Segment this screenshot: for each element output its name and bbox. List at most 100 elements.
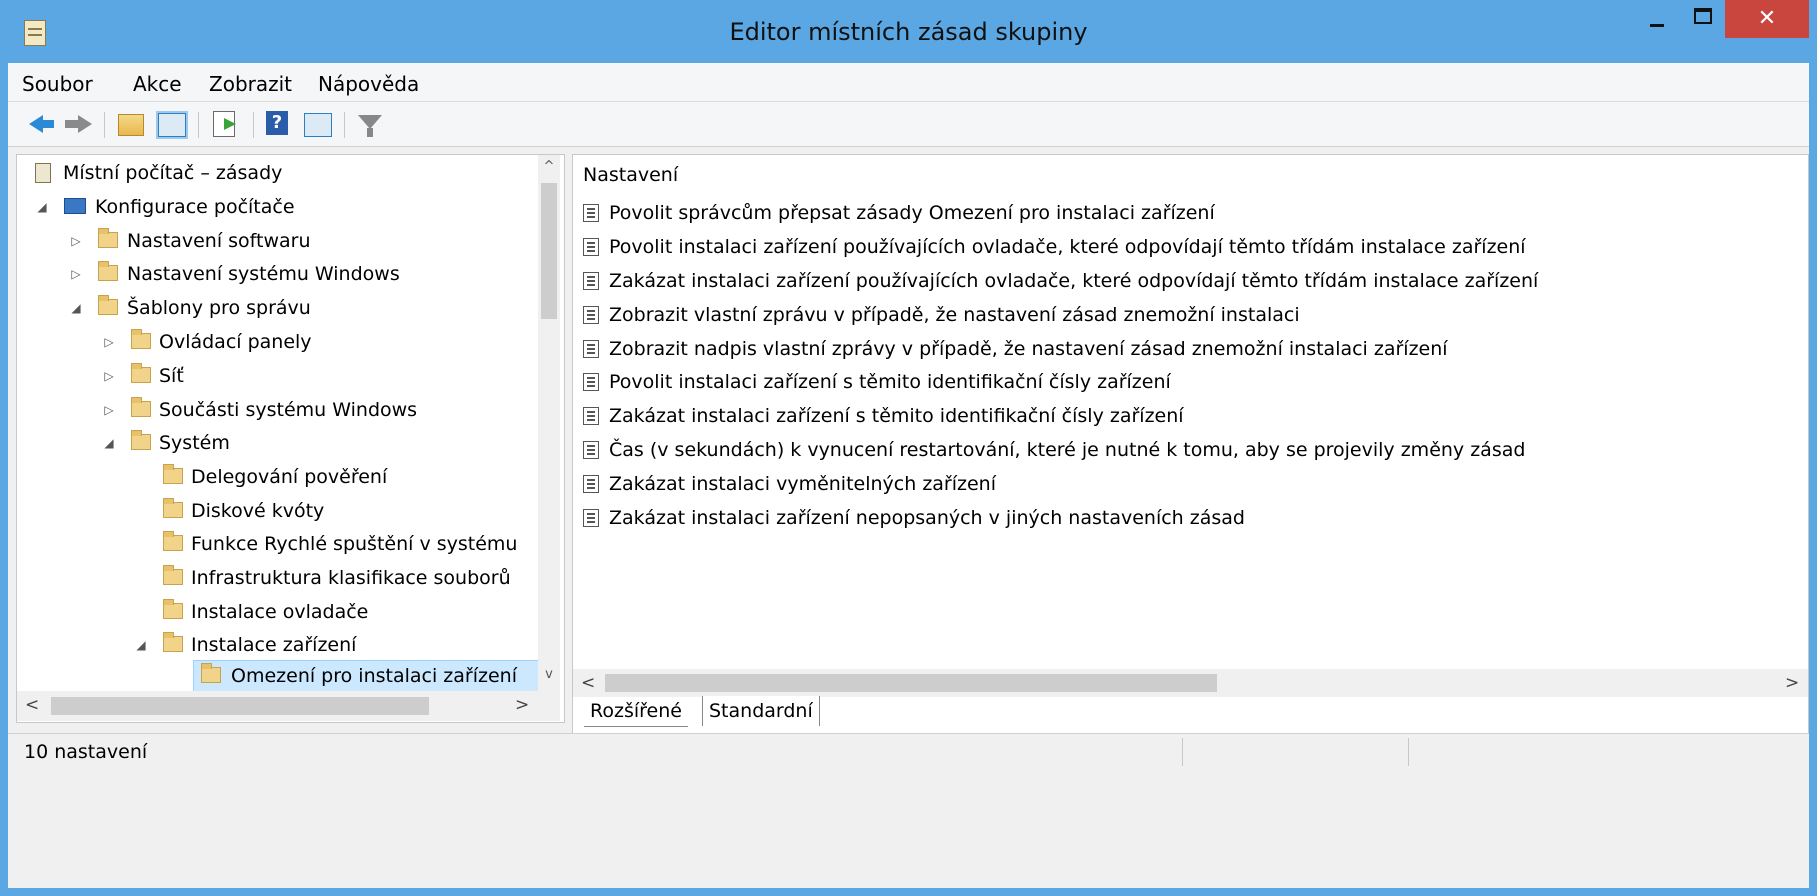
policy-setting-icon: [583, 204, 599, 222]
folder-icon: [98, 295, 118, 315]
filter-icon[interactable]: [356, 110, 386, 138]
tree-node-label: Instalace zařízení: [191, 634, 357, 656]
folder-icon: [163, 498, 183, 518]
forward-arrow-icon[interactable]: [64, 110, 94, 138]
expand-arrow-icon[interactable]: ▷: [102, 395, 116, 425]
scroll-left-icon[interactable]: <: [25, 695, 39, 715]
app-window: Editor místních zásad skupiny ✕ Soubor A…: [0, 0, 1817, 896]
setting-label: Zobrazit vlastní zprávu v případě, že na…: [609, 304, 1300, 326]
collapse-arrow-icon[interactable]: ◢: [102, 428, 116, 458]
toolbar-separator: [104, 112, 105, 138]
tree-node-label: Nastavení softwaru: [127, 230, 311, 252]
tree-node-label: Ovládací panely: [159, 331, 312, 353]
status-divider: [1408, 738, 1409, 766]
tree-node-label: Instalace ovladače: [191, 601, 369, 623]
toolbar: ?: [8, 102, 1809, 147]
tree-horizontal-scrollbar[interactable]: < >: [17, 691, 560, 721]
policy-setting-icon: [583, 340, 599, 358]
folder-icon: [131, 397, 151, 417]
export-list-icon[interactable]: [213, 111, 236, 137]
menu-bar: Soubor Akce Zobrazit Nápověda: [8, 63, 1809, 102]
scroll-right-icon[interactable]: >: [515, 695, 529, 715]
tree-node-label: Síť: [159, 365, 184, 387]
setting-label: Zobrazit nadpis vlastní zprávy v případě…: [609, 338, 1448, 360]
folder-icon: [131, 430, 151, 450]
expand-arrow-icon[interactable]: ▷: [69, 259, 83, 289]
policy-root-icon: [35, 163, 51, 183]
collapse-arrow-icon[interactable]: ◢: [134, 630, 148, 660]
help-icon[interactable]: ?: [266, 111, 288, 135]
menu-help[interactable]: Nápověda: [318, 72, 419, 96]
tree-node-label: Konfigurace počítače: [95, 196, 295, 218]
policy-setting-icon: [583, 509, 599, 527]
back-arrow-icon[interactable]: [26, 110, 56, 138]
folder-icon: [98, 228, 118, 248]
tree-vertical-scroll-thumb[interactable]: [541, 183, 557, 319]
tab-extended[interactable]: Rozšířené: [584, 696, 688, 727]
window-title: Editor místních zásad skupiny: [729, 18, 1088, 46]
up-folder-icon[interactable]: [118, 114, 144, 136]
minimize-button[interactable]: [1633, 0, 1679, 38]
tree-horizontal-scroll-thumb[interactable]: [51, 697, 429, 715]
settings-pane[interactable]: Nastavení Povolit správcům přepsat zásad…: [572, 154, 1809, 734]
setting-label: Zakázat instalaci zařízení nepopsaných v…: [609, 507, 1245, 529]
toolbar-separator: [198, 112, 199, 138]
scroll-down-icon[interactable]: v: [541, 667, 557, 682]
tree-node-label: Diskové kvóty: [191, 500, 325, 522]
setting-label: Zakázat instalaci zařízení používajících…: [609, 270, 1539, 292]
setting-label: Povolit instalaci zařízení s těmito iden…: [609, 371, 1171, 393]
policy-setting-icon: [583, 373, 599, 391]
tree-node-label: Nastavení systému Windows: [127, 263, 400, 285]
scroll-left-icon[interactable]: <: [581, 673, 595, 693]
folder-icon: [131, 329, 151, 349]
show-tree-icon[interactable]: [156, 111, 188, 139]
title-bar[interactable]: Editor místních zásad skupiny ✕: [8, 0, 1809, 63]
close-button[interactable]: ✕: [1725, 0, 1809, 38]
setting-label: Zakázat instalaci vyměnitelných zařízení: [609, 473, 997, 495]
computer-icon: [64, 198, 86, 214]
menu-action[interactable]: Akce: [133, 72, 182, 96]
scroll-up-icon[interactable]: ^: [541, 159, 557, 174]
folder-icon: [131, 363, 151, 383]
tree-node-label: Infrastruktura klasifikace souborů: [191, 567, 511, 589]
menu-file[interactable]: Soubor: [22, 72, 93, 96]
tree-node-label: Funkce Rychlé spuštění v systému: [191, 533, 518, 555]
tree-node-label: Součásti systému Windows: [159, 399, 418, 421]
tree-node-label: Omezení pro instalaci zařízení: [231, 665, 517, 687]
policy-setting-icon: [583, 238, 599, 256]
maximize-button[interactable]: [1679, 0, 1725, 38]
folder-icon: [201, 663, 221, 683]
status-text: 10 nastavení: [24, 741, 148, 763]
tree-pane[interactable]: Místní počítač – zásady ◢ Konfigurace po…: [16, 154, 565, 723]
folder-icon: [163, 531, 183, 551]
settings-horizontal-scroll-thumb[interactable]: [605, 674, 1217, 692]
action-pane-icon[interactable]: [304, 113, 332, 137]
tree-node-label: Místní počítač – zásady: [63, 162, 283, 184]
toolbar-separator: [253, 112, 254, 138]
toolbar-separator: [344, 112, 345, 138]
folder-icon: [163, 632, 183, 652]
settings-column-header[interactable]: Nastavení: [583, 164, 678, 186]
tab-standard[interactable]: Standardní: [702, 696, 820, 726]
menu-view[interactable]: Zobrazit: [209, 72, 292, 96]
collapse-arrow-icon[interactable]: ◢: [35, 192, 49, 222]
setting-label: Zakázat instalaci zařízení s těmito iden…: [609, 405, 1184, 427]
collapse-arrow-icon[interactable]: ◢: [69, 293, 83, 323]
setting-label: Čas (v sekundách) k vynucení restartován…: [609, 439, 1526, 461]
policy-setting-icon: [583, 441, 599, 459]
scroll-right-icon[interactable]: >: [1785, 673, 1799, 693]
status-bar: 10 nastavení: [8, 733, 1809, 770]
view-tabs: Rozšířené Standardní: [572, 692, 992, 732]
expand-arrow-icon[interactable]: ▷: [102, 361, 116, 391]
expand-arrow-icon[interactable]: ▷: [69, 226, 83, 256]
expand-arrow-icon[interactable]: ▷: [102, 327, 116, 357]
policy-setting-icon: [583, 475, 599, 493]
policy-setting-icon: [583, 306, 599, 324]
setting-label: Povolit instalaci zařízení používajících…: [609, 236, 1526, 258]
folder-icon: [163, 599, 183, 619]
tree-vertical-scrollbar[interactable]: ^ v: [538, 155, 560, 691]
folder-icon: [163, 464, 183, 484]
tree-node-label: Šablony pro správu: [127, 297, 311, 319]
setting-label: Povolit správcům přepsat zásady Omezení …: [609, 202, 1215, 224]
policy-setting-icon: [583, 407, 599, 425]
